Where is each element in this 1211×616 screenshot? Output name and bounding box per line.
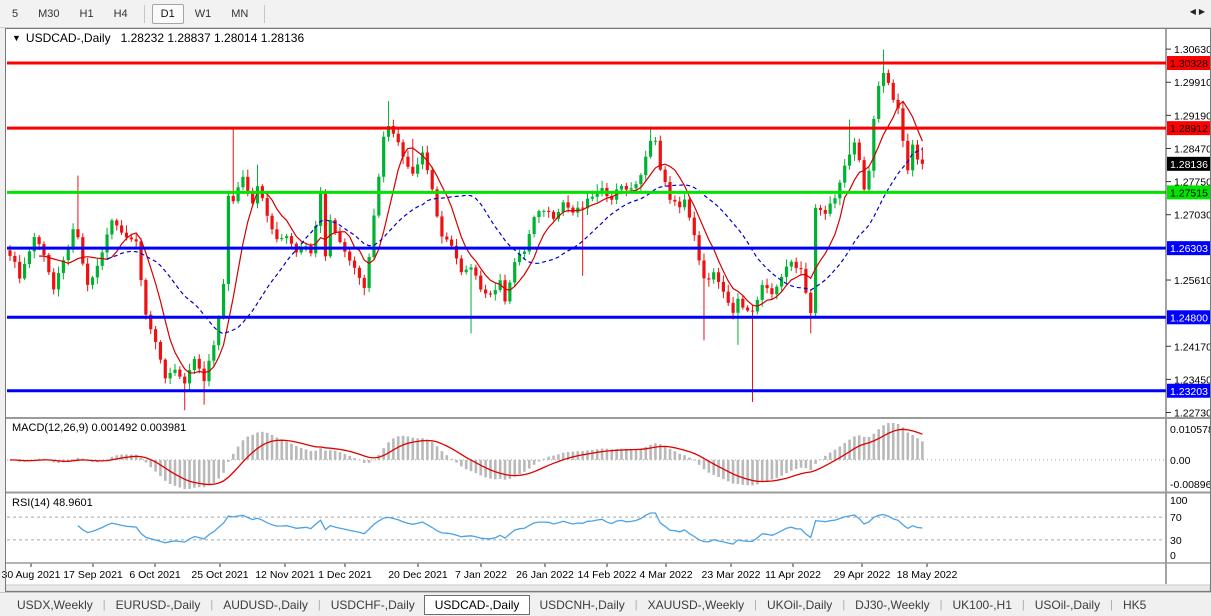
svg-text:1.30630: 1.30630 (1174, 44, 1211, 56)
tab-dj30-weekly[interactable]: DJ30-,Weekly (846, 596, 938, 614)
tab-hk5[interactable]: HK5 (1114, 596, 1155, 614)
svg-text:1.28470: 1.28470 (1174, 143, 1211, 155)
svg-text:26 Jan 2022: 26 Jan 2022 (516, 569, 574, 581)
svg-text:70: 70 (1170, 512, 1182, 524)
tab-eurusd-daily[interactable]: EURUSD-,Daily (107, 596, 210, 614)
svg-text:0.010578: 0.010578 (1170, 424, 1211, 436)
svg-text:-0.00896: -0.00896 (1170, 479, 1211, 491)
svg-text:20 Dec 2021: 20 Dec 2021 (388, 569, 448, 581)
tab-xauusd-weekly[interactable]: XAUUSD-,Weekly (639, 596, 753, 614)
svg-text:17 Sep 2021: 17 Sep 2021 (63, 569, 123, 581)
svg-text:1.27030: 1.27030 (1174, 210, 1211, 222)
svg-text:1.24800: 1.24800 (1170, 312, 1208, 324)
svg-text:7 Jan 2022: 7 Jan 2022 (455, 569, 507, 581)
tab-scroll-left-icon[interactable]: ◀ (1190, 7, 1199, 16)
tab-usdcad-daily[interactable]: USDCAD-,Daily (423, 594, 531, 615)
svg-text:1.26303: 1.26303 (1170, 243, 1208, 255)
chart-svg[interactable]: 1.306301.299101.291901.284701.277501.270… (0, 0, 1211, 616)
svg-text:1 Dec 2021: 1 Dec 2021 (318, 569, 372, 581)
tab-audusd-daily[interactable]: AUDUSD-,Daily (214, 596, 317, 614)
svg-text:29 Apr 2022: 29 Apr 2022 (834, 569, 891, 581)
svg-text:1.29910: 1.29910 (1174, 77, 1211, 89)
svg-text:18 May 2022: 18 May 2022 (897, 569, 958, 581)
tab-separator: | (634, 598, 638, 611)
svg-text:30: 30 (1170, 535, 1182, 547)
tab-uk100-h1[interactable]: UK100-,H1 (944, 596, 1021, 614)
svg-text:6 Oct 2021: 6 Oct 2021 (129, 569, 181, 581)
trading-app-window: 5 M30 H1 H4 D1 W1 MN 1.30630 1.29910 1.29190 1.28… (0, 0, 1211, 616)
tab-separator: | (210, 598, 214, 611)
tab-ukoil-daily[interactable]: UKOil-,Daily (758, 596, 841, 614)
tab-separator: | (842, 598, 846, 611)
svg-text:11 Apr 2022: 11 Apr 2022 (765, 569, 821, 581)
svg-text:25 Oct 2021: 25 Oct 2021 (191, 569, 248, 581)
tab-separator: | (754, 598, 757, 611)
tab-separator: | (939, 598, 943, 611)
svg-text:4 Mar 2022: 4 Mar 2022 (639, 569, 692, 581)
tab-scroll-right-icon[interactable]: ▶ (1199, 7, 1208, 16)
tab-usdchf-daily[interactable]: USDCHF-,Daily (322, 596, 424, 614)
svg-text:12 Nov 2021: 12 Nov 2021 (255, 569, 315, 581)
svg-text:1.29190: 1.29190 (1174, 110, 1211, 122)
svg-text:30 Aug 2021: 30 Aug 2021 (2, 569, 61, 581)
svg-text:23 Mar 2022: 23 Mar 2022 (702, 569, 761, 581)
chart-window-background[interactable] (5, 28, 1211, 584)
svg-text:1.25610: 1.25610 (1174, 275, 1211, 287)
tab-separator: | (317, 598, 321, 611)
tab-separator: | (1110, 598, 1113, 611)
svg-text:1.24170: 1.24170 (1174, 341, 1211, 353)
tab-scroll-arrows[interactable]: ◀▶ (1190, 7, 1208, 16)
tab-usdx-weekly[interactable]: USDX,Weekly (8, 596, 102, 614)
svg-text:1.28912: 1.28912 (1170, 123, 1208, 135)
tab-usoil-daily[interactable]: USOil-,Daily (1026, 596, 1109, 614)
svg-text:0: 0 (1170, 550, 1176, 562)
svg-text:1.28136: 1.28136 (1170, 159, 1208, 171)
svg-text:0.00: 0.00 (1170, 455, 1191, 467)
chart-tab-bar: USDX,Weekly | EURUSD-,Daily | AUDUSD-,Daily |… (0, 592, 1211, 616)
svg-text:1.30328: 1.30328 (1170, 58, 1208, 70)
horizontal-scrollbar[interactable] (5, 584, 1211, 592)
svg-text:1.23203: 1.23203 (1170, 386, 1208, 398)
svg-text:100: 100 (1170, 495, 1188, 507)
svg-text:14 Feb 2022: 14 Feb 2022 (578, 569, 637, 581)
tab-separator: | (102, 598, 106, 611)
tab-separator: | (1021, 598, 1025, 611)
tab-usdcnh-daily[interactable]: USDCNH-,Daily (530, 596, 633, 614)
svg-text:1.27515: 1.27515 (1170, 187, 1208, 199)
